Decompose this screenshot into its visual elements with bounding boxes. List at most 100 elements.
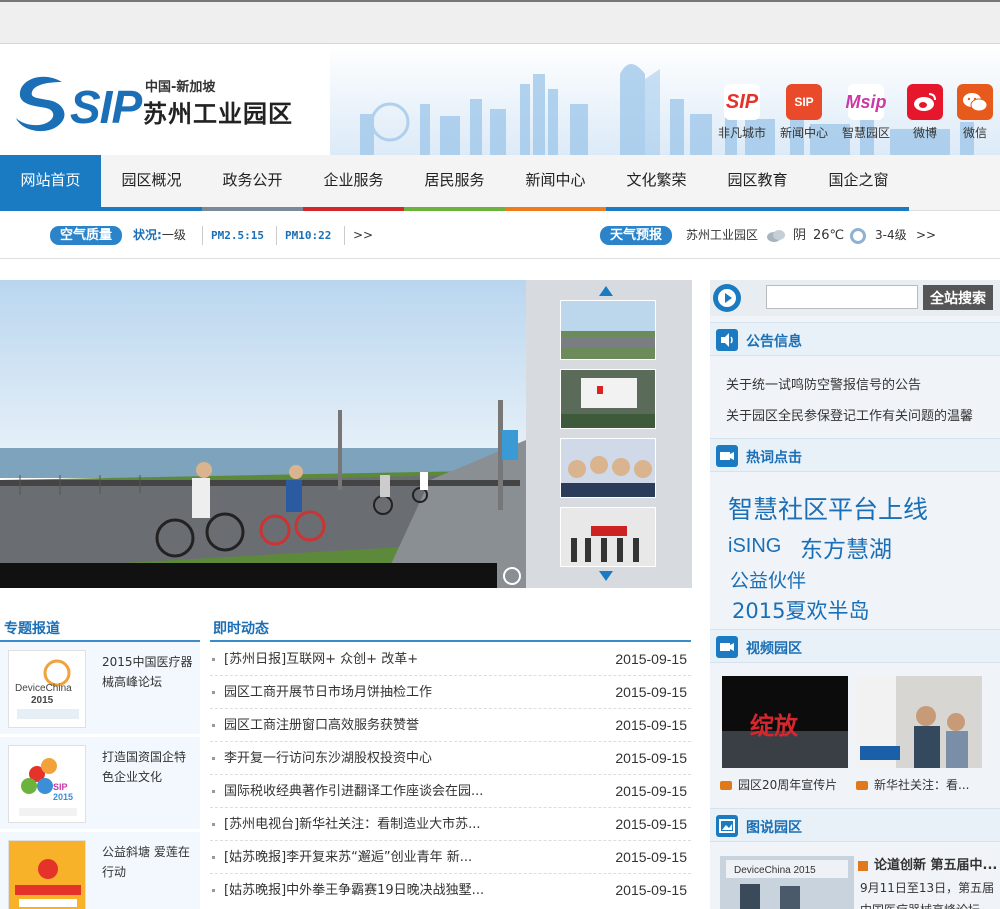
news-row[interactable]: [苏州日报]互联网+ 众创+ 改革+ 2015-09-15 bbox=[210, 643, 691, 676]
thumbnail-2[interactable] bbox=[560, 369, 656, 429]
topic-item[interactable]: SIP 2015 打造国资国企特色企业文化 bbox=[0, 737, 200, 829]
nav-residents[interactable]: 居民服务 bbox=[404, 155, 505, 211]
svg-text:DeviceChina: DeviceChina bbox=[15, 683, 72, 694]
video-caption-text: 园区20周年宣传片 bbox=[738, 778, 838, 792]
weather-more-link[interactable]: >> bbox=[916, 226, 936, 245]
nav-culture[interactable]: 文化繁荣 bbox=[606, 155, 707, 211]
logo-sip-text: SIP bbox=[70, 81, 142, 133]
notices-title: 公告信息 bbox=[746, 334, 802, 350]
hotword-link[interactable]: 2015夏欢半岛 bbox=[732, 595, 869, 625]
hotword-link[interactable]: iSING bbox=[728, 535, 781, 558]
cyclists-lakeside-photo bbox=[0, 280, 526, 588]
news-row[interactable]: 园区工商注册窗口高效服务获赞誉 2015-09-15 bbox=[210, 709, 691, 742]
nav-home[interactable]: 网站首页 bbox=[0, 155, 101, 211]
picture-headline-text: 论道创新 第五届中... bbox=[874, 858, 998, 873]
cloud-icon bbox=[766, 228, 786, 242]
video-caption[interactable]: 园区20周年宣传片 bbox=[720, 776, 837, 793]
orange-bullet-icon bbox=[858, 860, 868, 871]
thumb-down-arrow-icon[interactable] bbox=[599, 571, 613, 581]
notice-item[interactable]: 关于统一试鸣防空警报信号的公告 bbox=[726, 374, 998, 393]
news-row[interactable]: [姑苏晚报]中外拳王争霸赛19日晚决战独墅... 2015-09-15 bbox=[210, 874, 691, 907]
nav-label: 园区教育 bbox=[727, 171, 788, 189]
picture-thumbnail[interactable]: DeviceChina 2015 bbox=[720, 856, 854, 909]
play-circle-icon bbox=[713, 284, 741, 312]
quick-link-weibo[interactable]: 微博 bbox=[897, 84, 953, 141]
topics-title: 专题报道 bbox=[4, 621, 60, 637]
nav-label: 居民服务 bbox=[424, 171, 485, 189]
bullet-icon bbox=[212, 757, 215, 760]
hotword-link[interactable]: 公益伙伴 bbox=[730, 566, 806, 593]
topic-item[interactable]: 公益斜塘 爱莲在行动 bbox=[0, 832, 200, 909]
quick-link-news[interactable]: SIP 新闻中心 bbox=[776, 84, 832, 141]
video-thumbnail[interactable]: 绽放 bbox=[722, 676, 848, 768]
nav-enterprise[interactable]: 企业服务 bbox=[303, 155, 404, 211]
news-headline[interactable]: 国际税收经典著作引进翻译工作座谈会在园... bbox=[224, 775, 604, 808]
quick-link-wechat[interactable]: 微信 bbox=[947, 84, 1000, 141]
divider bbox=[202, 226, 203, 245]
thumbnail-4[interactable] bbox=[560, 507, 656, 567]
quick-link-label: 新闻中心 bbox=[779, 126, 828, 140]
picture-frame-icon bbox=[716, 815, 738, 837]
pm10-value: PM10:22 bbox=[285, 226, 331, 245]
news-headline[interactable]: 园区工商开展节日市场月饼抽检工作 bbox=[224, 676, 604, 709]
topic-item[interactable]: DeviceChina 2015 2015中国医疗器械高峰论坛 bbox=[0, 642, 200, 734]
site-header: SIP 中国-新加坡 苏州工业园区 SIP 非凡城市 SIP 新闻中心 Msip… bbox=[0, 44, 1000, 155]
news-date: 2015-09-15 bbox=[615, 849, 687, 865]
hotword-link[interactable]: 智慧社区平台上线 bbox=[728, 490, 928, 526]
news-headline[interactable]: [苏州电视台]新华社关注：看制造业大市苏... bbox=[224, 808, 604, 841]
info-bar: 空气质量 状况:一级 PM2.5:15 PM10:22 >> 天气预报 苏州工业… bbox=[0, 211, 1000, 259]
hotwords-title: 热词点击 bbox=[746, 450, 802, 466]
quick-link-city[interactable]: SIP 非凡城市 bbox=[714, 84, 770, 141]
weibo-icon bbox=[907, 84, 943, 120]
news-row[interactable]: [姑苏晚报]李开复来苏“邂逅”创业青年 新... 2015-09-15 bbox=[210, 841, 691, 874]
nav-label: 国企之窗 bbox=[828, 171, 889, 189]
news-row[interactable]: [苏州电视台]新华社关注：看制造业大市苏... 2015-09-15 bbox=[210, 808, 691, 841]
news-date: 2015-09-15 bbox=[615, 684, 687, 700]
wechat-icon bbox=[957, 84, 993, 120]
news-headline[interactable]: 园区工商注册窗口高效服务获赞誉 bbox=[224, 709, 604, 742]
news-headline[interactable]: [姑苏晚报]李开复来苏“邂逅”创业青年 新... bbox=[224, 841, 604, 874]
quick-link-smart[interactable]: Msip 智慧园区 bbox=[838, 84, 894, 141]
nav-overview[interactable]: 园区概况 bbox=[101, 155, 202, 211]
notice-item[interactable]: 关于园区全民参保登记工作有关问题的温馨 bbox=[726, 405, 998, 424]
hotword-link[interactable]: 东方慧湖 bbox=[800, 530, 892, 564]
video-thumbnail[interactable] bbox=[856, 676, 982, 768]
news-logo-icon: SIP bbox=[786, 84, 822, 120]
news-date: 2015-09-15 bbox=[615, 783, 687, 799]
news-headline[interactable]: [苏州日报]互联网+ 众创+ 改革+ bbox=[224, 643, 604, 676]
bullet-icon bbox=[212, 658, 215, 661]
camera-icon bbox=[856, 781, 868, 790]
thumb-up-arrow-icon[interactable] bbox=[599, 286, 613, 296]
picture-headline[interactable]: 论道创新 第五届中... bbox=[858, 854, 997, 873]
site-logo[interactable]: SIP 中国-新加坡 苏州工业园区 bbox=[12, 72, 322, 142]
video-caption-text: 新华社关注：看... bbox=[874, 778, 970, 792]
nav-government[interactable]: 政务公开 bbox=[202, 155, 303, 211]
bullet-icon bbox=[212, 823, 215, 826]
quick-link-label: 微信 bbox=[962, 126, 987, 140]
news-headline[interactable]: [姑苏晚报]中外拳王争霸赛19日晚决战独墅... bbox=[224, 874, 604, 907]
site-search-button[interactable]: 全站搜索 bbox=[923, 285, 993, 310]
video-caption[interactable]: 新华社关注：看... bbox=[856, 776, 969, 793]
nav-education[interactable]: 园区教育 bbox=[707, 155, 808, 211]
news-date: 2015-09-15 bbox=[615, 816, 687, 832]
air-more-link[interactable]: >> bbox=[353, 226, 373, 245]
weather-location: 苏州工业园区 bbox=[686, 228, 759, 242]
nav-news[interactable]: 新闻中心 bbox=[505, 155, 606, 211]
featured-photo-slider[interactable] bbox=[0, 280, 526, 588]
quick-link-label: 微博 bbox=[912, 126, 937, 140]
svg-text:DeviceChina 2015: DeviceChina 2015 bbox=[734, 865, 816, 876]
video-camera-icon bbox=[716, 445, 738, 467]
nav-soe[interactable]: 国企之窗 bbox=[808, 155, 909, 211]
pm25-value: PM2.5:15 bbox=[211, 226, 264, 245]
news-row[interactable]: 园区工商开展节日市场月饼抽检工作 2015-09-15 bbox=[210, 676, 691, 709]
thumbnail-1[interactable] bbox=[560, 300, 656, 360]
search-input[interactable] bbox=[766, 285, 918, 309]
bullet-icon bbox=[212, 790, 215, 793]
news-row[interactable]: 国际税收经典著作引进翻译工作座谈会在园... 2015-09-15 bbox=[210, 775, 691, 808]
thumbnail-3[interactable] bbox=[560, 438, 656, 498]
news-headline[interactable]: 李开复一行访问东沙湖股权投资中心 bbox=[224, 742, 604, 775]
news-row[interactable]: 李开复一行访问东沙湖股权投资中心 2015-09-15 bbox=[210, 742, 691, 775]
video-header: 视频园区 bbox=[710, 629, 1000, 663]
pm25-text: PM2.5:15 bbox=[211, 229, 264, 242]
browser-top-strip bbox=[0, 0, 1000, 44]
